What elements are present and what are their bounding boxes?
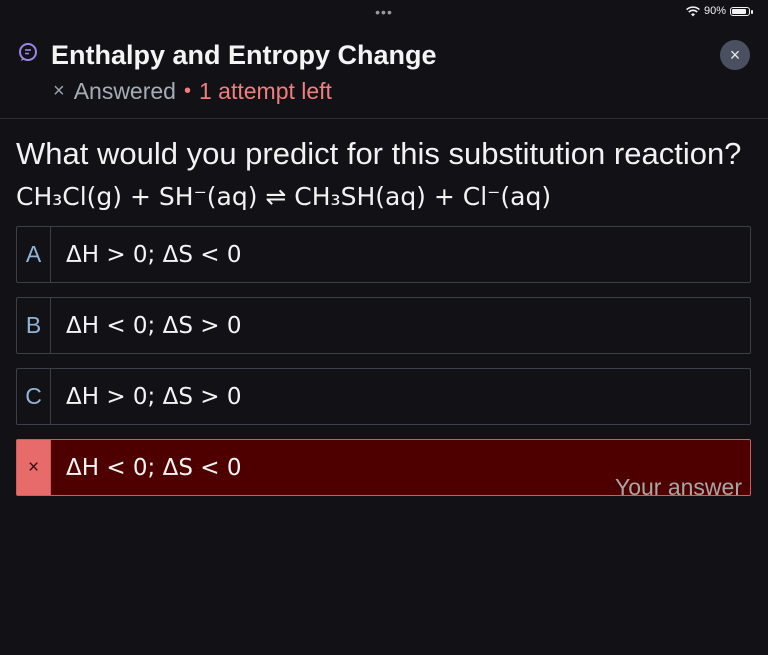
- attempts-left-label: 1 attempt left: [198, 78, 332, 104]
- option-letter: A: [17, 227, 51, 282]
- option-b[interactable]: B ΔH < 0; ΔS > 0: [16, 297, 751, 354]
- option-text: ΔH < 0; ΔS > 0: [66, 312, 242, 339]
- option-text: ΔH > 0; ΔS < 0: [66, 241, 242, 268]
- option-letter: C: [17, 369, 51, 424]
- answered-x-icon: ×: [53, 80, 65, 102]
- option-a[interactable]: A ΔH > 0; ΔS < 0: [16, 226, 751, 283]
- question-text: What would you predict for this substitu…: [16, 136, 742, 171]
- option-letter: B: [17, 298, 51, 353]
- wifi-icon: [686, 5, 700, 16]
- multitasking-dots[interactable]: •••: [375, 4, 393, 20]
- battery-percent: 90%: [703, 5, 726, 17]
- your-answer-label: Your answer: [614, 474, 742, 500]
- option-text: ΔH < 0; ΔS < 0: [66, 454, 242, 481]
- option-c[interactable]: C ΔH > 0; ΔS > 0: [16, 368, 751, 425]
- option-text: ΔH > 0; ΔS > 0: [66, 383, 242, 410]
- header: Enthalpy and Entropy Change × Answered •…: [18, 36, 750, 116]
- status-bar: ••• 90%: [0, 0, 768, 24]
- reaction-equation: CH₃Cl(g) + SH⁻(aq) ⇌ CH₃SH(aq) + Cl⁻(aq): [16, 182, 552, 211]
- answered-label: Answered: [73, 78, 176, 104]
- header-divider: [0, 118, 768, 119]
- status-separator: •: [183, 80, 191, 102]
- close-button[interactable]: ×: [720, 40, 750, 70]
- chat-bubble-icon: [19, 43, 37, 61]
- status-right: 90%: [686, 5, 753, 17]
- page-title: Enthalpy and Entropy Change: [51, 40, 437, 70]
- close-icon: ×: [729, 44, 741, 65]
- battery-icon: [730, 6, 753, 16]
- answer-status: × Answered • 1 attempt left: [53, 78, 332, 105]
- incorrect-x-icon: ×: [17, 440, 51, 495]
- question-prompt: What would you predict for this substitu…: [16, 133, 752, 217]
- answer-options: A ΔH > 0; ΔS < 0 B ΔH < 0; ΔS > 0 C ΔH >…: [16, 226, 751, 510]
- option-d-selected[interactable]: × ΔH < 0; ΔS < 0 Your answer: [16, 439, 751, 500]
